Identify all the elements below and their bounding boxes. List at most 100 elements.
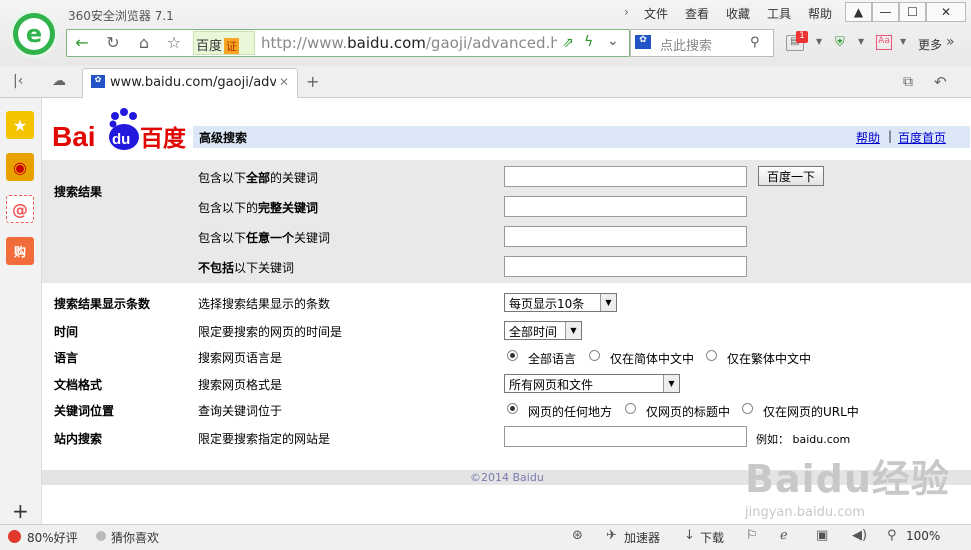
star-icon[interactable]: ☆ <box>164 33 184 52</box>
guess-text[interactable]: 猜你喜欢 <box>111 529 159 546</box>
dropdown-arrow-icon[interactable]: ▼ <box>858 37 864 46</box>
exclude-input[interactable] <box>504 256 747 277</box>
rating-text[interactable]: 80%好评 <box>27 529 78 546</box>
lang-radio-simplified[interactable] <box>589 350 600 361</box>
dropdown-arrow-icon[interactable]: ▼ <box>816 37 822 46</box>
search-placeholder: 点此搜索 <box>660 39 713 54</box>
ie-icon[interactable]: ℯ <box>780 528 788 543</box>
flag-icon[interactable]: ⚐ <box>746 528 758 543</box>
pos-radio-url[interactable] <box>742 403 753 414</box>
lang-radio-all[interactable] <box>507 350 518 361</box>
lang-radio-traditional[interactable] <box>706 350 717 361</box>
label-bold: 全部 <box>246 171 271 185</box>
site-label: 站内搜索 <box>54 432 103 446</box>
page-title: 高级搜索 <box>199 131 248 145</box>
help-link[interactable]: 帮助 <box>856 129 880 146</box>
engine-badge[interactable]: 百度证 <box>193 31 255 55</box>
cloud-icon[interactable]: ☁ <box>52 73 66 89</box>
pos-radio-anywhere[interactable] <box>507 403 518 414</box>
pos-opt-anywhere: 网页的任何地方 <box>528 405 613 419</box>
refresh-icon[interactable]: ↻ <box>103 33 123 52</box>
dropdown-arrow-icon[interactable]: ▼ <box>900 37 906 46</box>
logo-du: du <box>112 131 130 148</box>
format-select[interactable]: 所有网页和文件 ▼ <box>504 374 680 393</box>
paw-icon[interactable]: ✿ <box>635 35 651 49</box>
site-example: 例如： baidu.com <box>756 433 851 446</box>
logo-bai: Bai <box>52 121 96 152</box>
site-input[interactable] <box>504 426 747 447</box>
url-text[interactable]: http://www.baidu.com/gaoji/advanced.h <box>261 34 557 52</box>
speed-icon[interactable]: ⊛ <box>572 528 583 543</box>
exact-phrase-label: 包含以下的完整关键词 <box>198 199 318 216</box>
baidu-logo[interactable]: Bai du 百度 <box>52 108 192 152</box>
time-select[interactable]: 全部时间 ▼ <box>504 321 582 340</box>
menu-tools[interactable]: 工具 <box>767 5 791 22</box>
dropdown-icon[interactable]: ⌄ <box>607 33 619 49</box>
url-path: /gaoji/advanced.h <box>425 34 557 52</box>
add-sidebar-icon[interactable]: + <box>12 499 29 523</box>
minimize-button[interactable]: — <box>872 2 899 22</box>
pos-radio-title[interactable] <box>625 403 636 414</box>
home-link[interactable]: 百度首页 <box>898 129 946 146</box>
zoom-icon[interactable]: ⚲ <box>887 528 897 543</box>
sidebar-toggle-icon[interactable]: |‹ <box>13 73 23 89</box>
browser-logo-icon[interactable]: e <box>10 10 58 58</box>
close-tab-icon[interactable]: ✕ <box>279 75 289 89</box>
count-label: 搜索结果显示条数 <box>54 297 151 311</box>
restore-tabs-icon[interactable]: ⧉ <box>903 74 913 90</box>
maximize-button[interactable]: ☐ <box>899 2 926 22</box>
dot-icon <box>96 531 106 541</box>
shop-icon[interactable]: 购 <box>6 237 34 265</box>
share-icon[interactable]: ⇗ <box>562 35 574 51</box>
label-bold: 任意一个 <box>246 231 295 245</box>
format-desc: 搜索网页格式是 <box>198 378 283 392</box>
lightning-icon[interactable]: ϟ <box>584 34 593 50</box>
engine-label: 百度 <box>196 39 223 54</box>
exact-phrase-input[interactable] <box>504 196 747 217</box>
close-window-button[interactable]: ✕ <box>926 2 966 22</box>
download-icon[interactable]: ↓ <box>684 528 695 543</box>
menu-file[interactable]: 文件 <box>644 5 668 22</box>
chevron-down-icon: ▼ <box>565 322 581 339</box>
new-tab-icon[interactable]: + <box>306 72 319 91</box>
double-chevron-icon[interactable]: » <box>946 34 955 50</box>
language-label: 语言 <box>54 351 79 365</box>
translate-icon[interactable]: Aa <box>876 35 892 50</box>
all-keywords-input[interactable] <box>504 166 747 187</box>
mail-icon[interactable]: @ <box>6 195 34 223</box>
url-domain: baidu.com <box>347 34 426 52</box>
rocket-icon[interactable]: ✈ <box>606 528 617 543</box>
label-part: 以下关键词 <box>234 261 295 275</box>
shield-icon[interactable]: ⛨ <box>835 35 845 50</box>
any-keyword-input[interactable] <box>504 226 747 247</box>
window-icon[interactable]: ▣ <box>816 528 828 543</box>
menu-favorites[interactable]: 收藏 <box>726 5 750 22</box>
menu-help[interactable]: 帮助 <box>808 5 832 22</box>
chevron-down-icon: ▼ <box>600 294 616 311</box>
download-button[interactable]: 下载 <box>700 529 724 546</box>
chevron-right-icon[interactable]: › <box>624 5 629 19</box>
shirt-icon[interactable]: ▲ <box>845 2 872 22</box>
tab-title: www.baidu.com/gaoji/advan <box>110 75 276 90</box>
position-label: 关键词位置 <box>54 404 115 418</box>
accelerator-button[interactable]: 加速器 <box>624 529 660 546</box>
favorites-star-icon[interactable]: ★ <box>6 111 34 139</box>
notif-count: 1 <box>796 31 808 43</box>
count-select-value: 每页显示10条 <box>509 297 585 311</box>
back-icon[interactable]: ← <box>72 33 92 52</box>
submit-button[interactable]: 百度一下 <box>758 166 824 186</box>
label-part: 包含以下 <box>198 231 247 245</box>
count-select[interactable]: 每页显示10条 ▼ <box>504 293 617 312</box>
menu-view[interactable]: 查看 <box>685 5 709 22</box>
time-select-value: 全部时间 <box>509 325 558 339</box>
weibo-icon[interactable]: ◉ <box>6 153 34 181</box>
logo-cn: 百度 <box>140 125 187 152</box>
undo-icon[interactable]: ↶ <box>934 73 947 91</box>
more-button[interactable]: 更多 <box>918 36 942 53</box>
count-desc: 选择搜索结果显示的条数 <box>198 297 331 311</box>
volume-icon[interactable]: ◀) <box>852 528 867 543</box>
time-label: 时间 <box>54 325 79 339</box>
home-icon[interactable]: ⌂ <box>134 33 154 52</box>
search-icon[interactable]: ⚲ <box>750 35 760 50</box>
zoom-level[interactable]: 100% <box>906 529 940 543</box>
